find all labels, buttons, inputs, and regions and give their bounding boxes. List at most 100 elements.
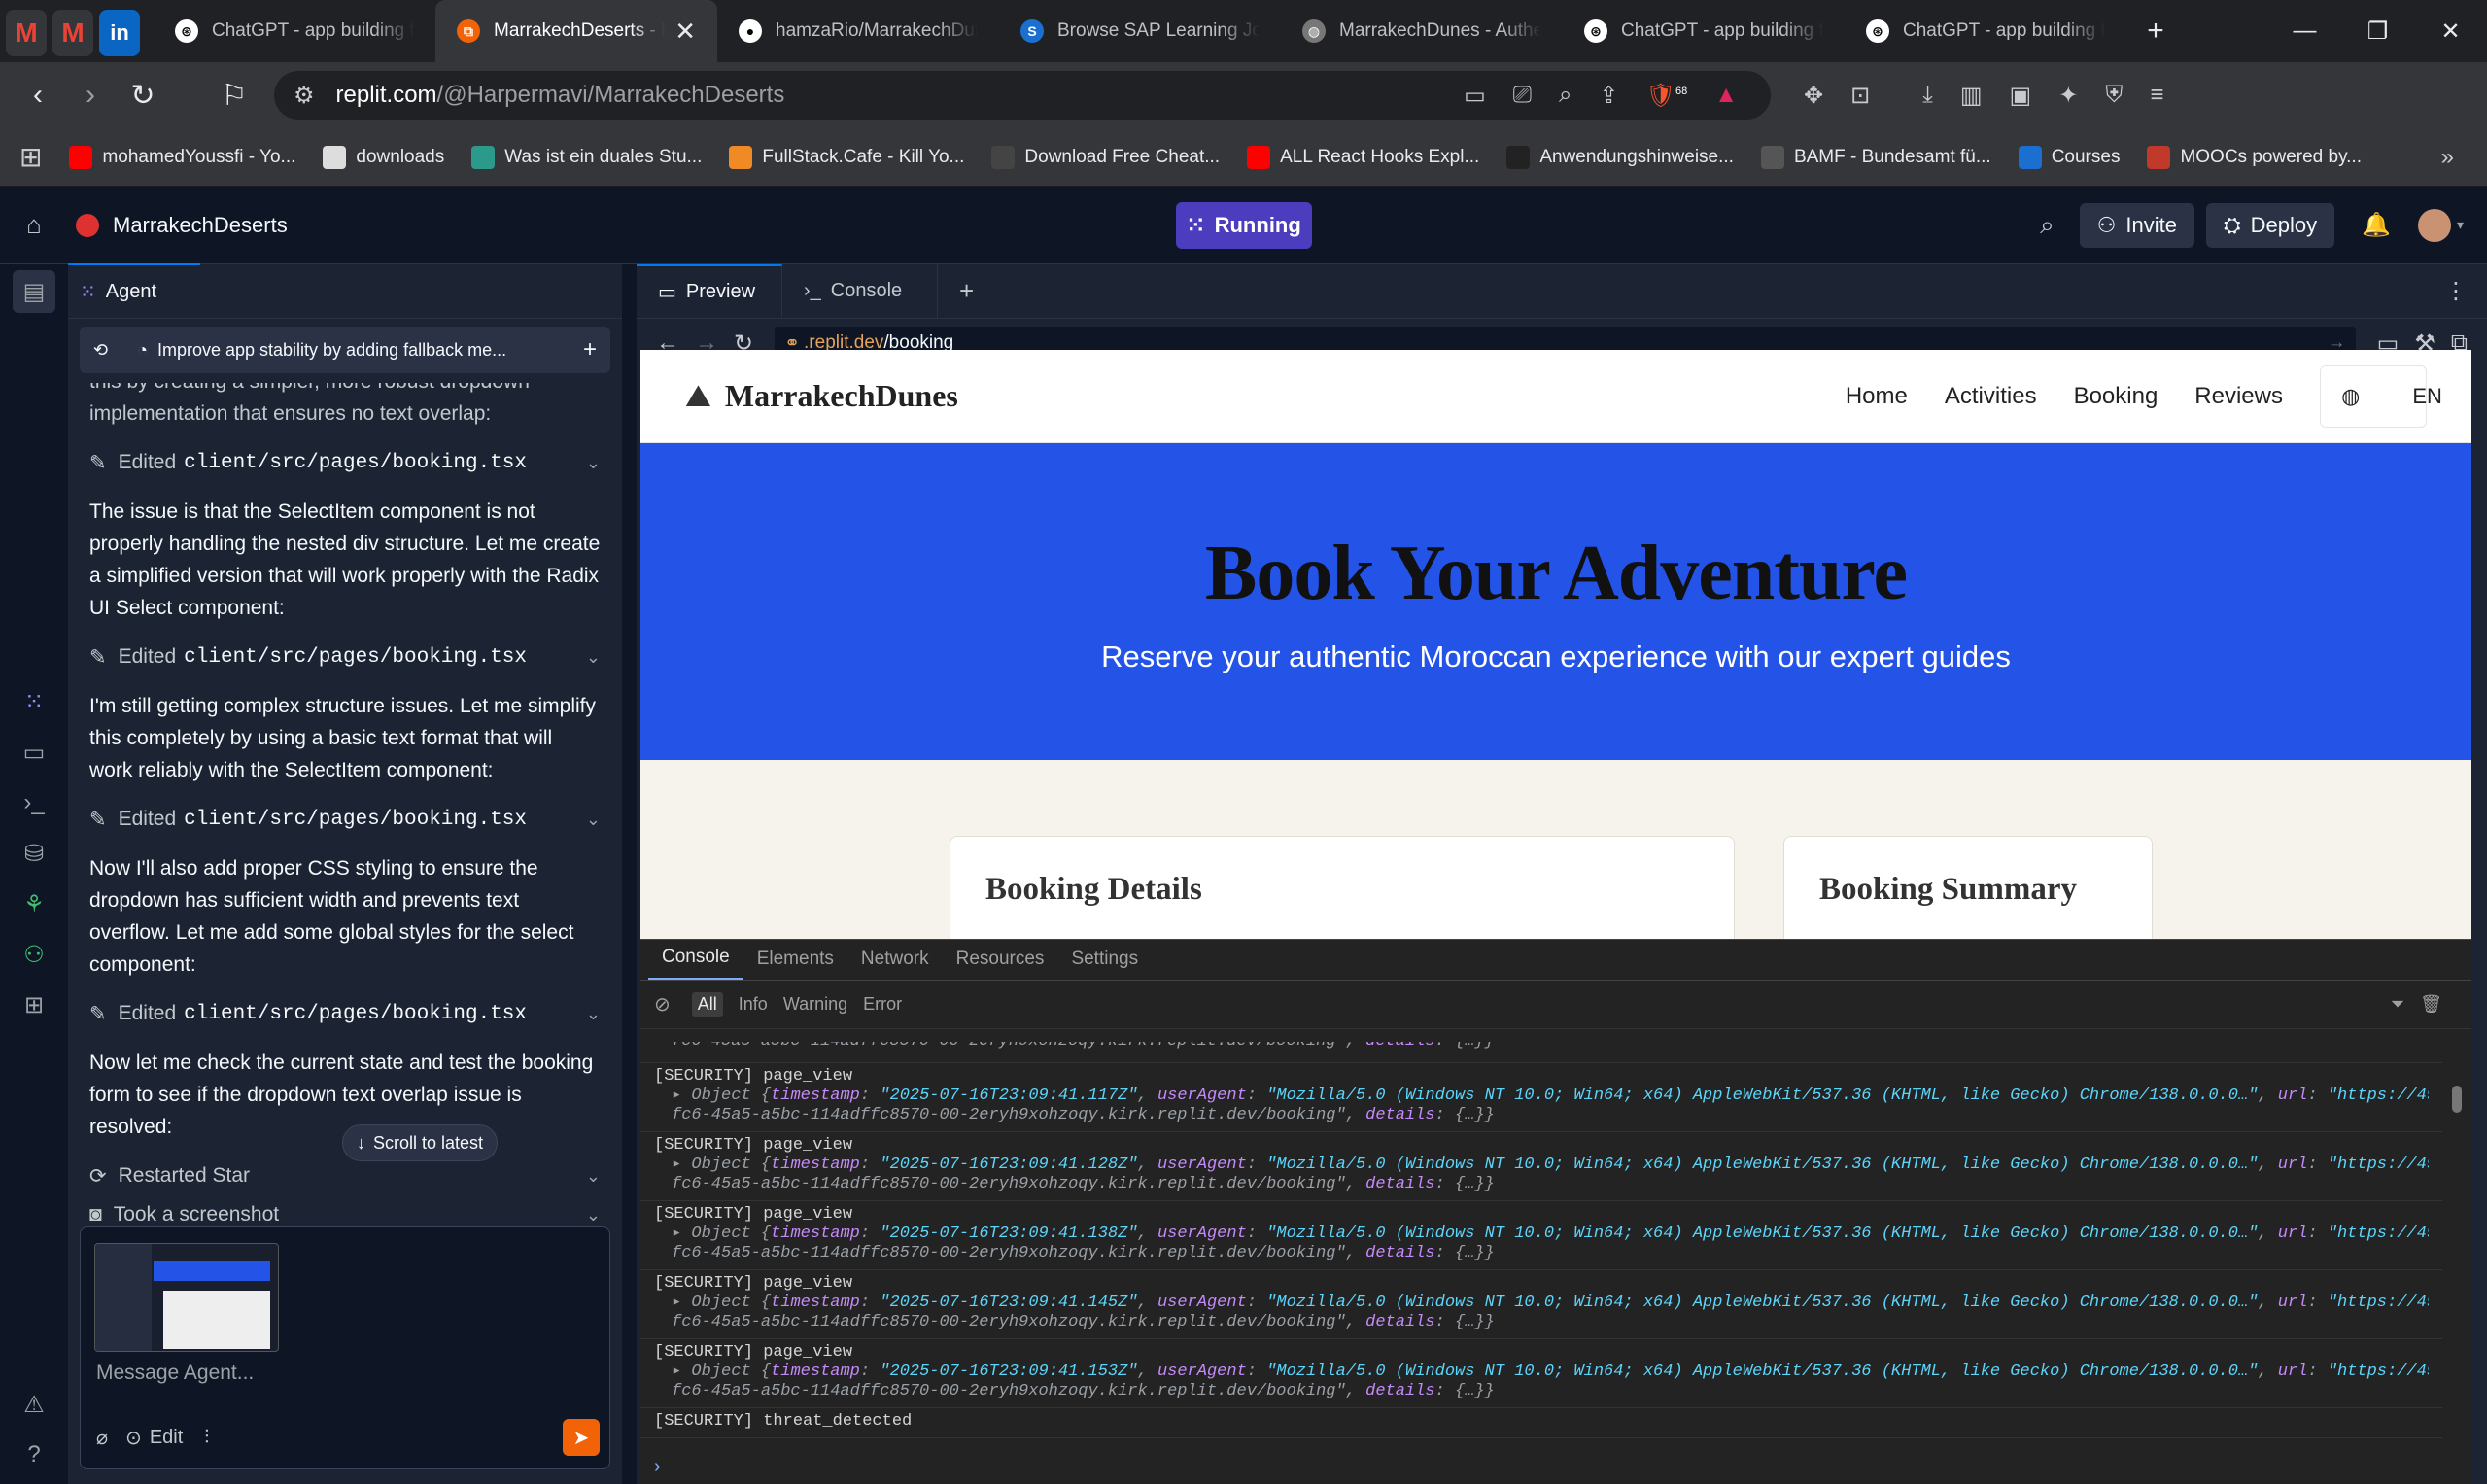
bookmark-item[interactable]: Was ist ein duales Stu...	[471, 145, 702, 169]
attach-icon[interactable]: ⌀	[96, 1426, 108, 1450]
project-name[interactable]: MarrakechDeserts	[113, 213, 288, 238]
thread-bar[interactable]: ⟲ ◔ Improve app stability by adding fall…	[80, 327, 610, 373]
log-object[interactable]: ▸ Object {timestamp: "2025-07-16T23:09:4…	[654, 1225, 2429, 1244]
browser-tab[interactable]: ⊛ ChatGPT - app building fo	[1563, 0, 1845, 62]
all-tools-icon[interactable]: ⊞	[13, 984, 55, 1026]
console-prompt[interactable]: ›	[654, 1456, 661, 1478]
bookmark-item[interactable]: mohamedYoussfi - Yo...	[69, 145, 295, 169]
search-icon[interactable]: ⌕	[2040, 210, 2055, 241]
nav-reviews[interactable]: Reviews	[2194, 383, 2283, 410]
edit-mode-icon[interactable]: ⊙	[125, 1426, 142, 1450]
preview-icon[interactable]: ▭	[13, 731, 55, 774]
chevron-down-icon[interactable]: ⌄	[586, 1166, 601, 1187]
home-icon[interactable]: ⌂	[0, 210, 68, 240]
filter-warning[interactable]: Warning	[783, 994, 847, 1015]
close-tab-icon[interactable]: ✕	[674, 17, 696, 47]
bookmark-item[interactable]: BAMF - Bundesamt fü...	[1760, 145, 1991, 169]
filter-info[interactable]: Info	[739, 994, 768, 1015]
log-object[interactable]: ▸ Object {timestamp: "2025-07-16T23:09:4…	[654, 1156, 2429, 1175]
brave-shield-icon[interactable]: 🛡68	[1646, 82, 1688, 110]
chevron-down-icon[interactable]: ⌄	[586, 1004, 601, 1024]
screenshot-thumbnail[interactable]	[94, 1243, 279, 1352]
restarted-action[interactable]: ⟳ Restarted Star ⌄	[80, 1156, 610, 1195]
more-bookmarks-icon[interactable]: »	[2441, 144, 2454, 171]
scroll-to-latest-button[interactable]: ↓ Scroll to latest	[342, 1124, 499, 1161]
tab-preview[interactable]: ▭ Preview	[637, 264, 782, 318]
leo-icon[interactable]: ✦	[2058, 82, 2078, 110]
cast-icon[interactable]: ⎚	[1513, 82, 1532, 109]
gmail-pinned-tab-2[interactable]: M	[52, 10, 93, 56]
filter-error[interactable]: Error	[863, 994, 902, 1015]
history-icon[interactable]: ⟲	[93, 340, 108, 361]
users-icon[interactable]: ⚇	[13, 933, 55, 976]
edited-action[interactable]: ✎ Edited client/src/pages/booking.tsx ⌄	[80, 638, 610, 676]
wallet-icon[interactable]: ▣	[2010, 82, 2032, 110]
minimize-icon[interactable]: —	[2268, 0, 2341, 62]
back-icon[interactable]: ‹	[12, 69, 64, 121]
browser-tab[interactable]: ⊛ ChatGPT - app building fo	[1845, 0, 2126, 62]
bell-icon[interactable]: 🔔	[2362, 211, 2391, 239]
chevron-down-icon[interactable]: ▾	[2457, 217, 2464, 233]
linkedin-pinned-tab[interactable]: in	[99, 10, 140, 56]
chevron-down-icon[interactable]: ⌄	[586, 810, 601, 830]
files-icon[interactable]: ▤	[13, 270, 55, 313]
agent-icon[interactable]: ⁙	[13, 680, 55, 723]
url-bar[interactable]: ⚙ replit.com/@Harpermavi/MarrakechDesert…	[274, 71, 1771, 120]
trash-icon[interactable]: 🗑	[2420, 994, 2442, 1015]
browser-tab[interactable]: ◍ MarrakechDunes - Authen	[1281, 0, 1563, 62]
run-button[interactable]: ⁙ Running	[1176, 202, 1312, 249]
gmail-pinned-tab[interactable]: M	[6, 10, 47, 56]
bookmark-item[interactable]: FullStack.Cafe - Kill Yo...	[729, 145, 964, 169]
tab-agent[interactable]: ⁙ Agent	[68, 263, 200, 318]
invite-button[interactable]: ⚇ Invite	[2079, 202, 2194, 248]
chevron-down-icon[interactable]: ⌄	[586, 647, 601, 668]
devtools-tab-settings[interactable]: Settings	[1057, 949, 1152, 980]
vpn-icon[interactable]: ⛨	[2105, 82, 2123, 109]
nav-activities[interactable]: Activities	[1945, 383, 2037, 410]
filter-icon[interactable]: ⏷	[2391, 994, 2404, 1015]
deploy-button[interactable]: ⛭ Deploy	[2205, 202, 2335, 248]
devtools-tab-resources[interactable]: Resources	[943, 949, 1058, 980]
menu-icon[interactable]: ≡	[2150, 82, 2163, 109]
download-icon[interactable]: ⤓	[1922, 82, 1933, 109]
filter-all[interactable]: All	[691, 992, 723, 1017]
browser-tab[interactable]: ● hamzaRio/MarrakechDun	[717, 0, 999, 62]
new-thread-icon[interactable]: +	[583, 336, 597, 363]
forward-icon[interactable]: ›	[64, 69, 117, 121]
add-tab-button[interactable]: +	[938, 264, 995, 318]
edited-action[interactable]: ✎ Edited client/src/pages/booking.tsx ⌄	[80, 443, 610, 482]
bookmark-item[interactable]: Download Free Cheat...	[991, 145, 1220, 169]
deployments-icon[interactable]: ⚘	[13, 882, 55, 925]
edit-mode-label[interactable]: Edit	[150, 1427, 183, 1449]
avatar[interactable]	[2417, 208, 2451, 242]
reader-icon[interactable]: ⊡	[1850, 82, 1870, 110]
chevron-down-icon[interactable]: ⌄	[586, 453, 601, 473]
database-icon[interactable]: ⛁	[13, 832, 55, 875]
brave-rewards-icon[interactable]: ▲	[1714, 82, 1738, 109]
zoom-icon[interactable]: ⌕	[1559, 82, 1572, 109]
edited-action[interactable]: ✎ Edited client/src/pages/booking.tsx ⌄	[80, 994, 610, 1033]
edited-action[interactable]: ✎ Edited client/src/pages/booking.tsx ⌄	[80, 800, 610, 839]
bookmark-item[interactable]: downloads	[323, 145, 444, 169]
restore-icon[interactable]: ❐	[2341, 0, 2414, 62]
apps-icon[interactable]: ⊞	[19, 141, 42, 173]
devtools-tab-network[interactable]: Network	[847, 949, 943, 980]
tab-console[interactable]: ›_ Console	[782, 264, 938, 318]
browser-tab[interactable]: S Browse SAP Learning Jour	[999, 0, 1281, 62]
language-selector[interactable]: ◍ EN	[2320, 364, 2442, 428]
question-icon[interactable]: ?	[13, 1433, 55, 1476]
bookmark-item[interactable]: MOOCs powered by...	[2147, 145, 2362, 169]
help-icon[interactable]: ⚠	[13, 1383, 55, 1426]
extensions-icon[interactable]: ✥	[1804, 82, 1823, 110]
nav-home[interactable]: Home	[1846, 383, 1908, 410]
devtools-tab-console[interactable]: Console	[648, 947, 743, 980]
close-window-icon[interactable]: ✕	[2414, 0, 2487, 62]
new-tab-button[interactable]: +	[2126, 0, 2185, 62]
log-object[interactable]: ▸ Object {timestamp: "2025-07-16T23:09:4…	[654, 1363, 2429, 1382]
console-scrollbar[interactable]	[2452, 1086, 2462, 1113]
chevron-down-icon[interactable]: ⌄	[586, 1205, 601, 1225]
log-object[interactable]: ▸ Object {timestamp: "2025-07-16T23:09:4…	[654, 1294, 2429, 1313]
bookmark-item[interactable]: ALL React Hooks Expl...	[1247, 145, 1479, 169]
message-input[interactable]: Message Agent...	[96, 1362, 254, 1385]
devtools-tab-elements[interactable]: Elements	[743, 949, 847, 980]
